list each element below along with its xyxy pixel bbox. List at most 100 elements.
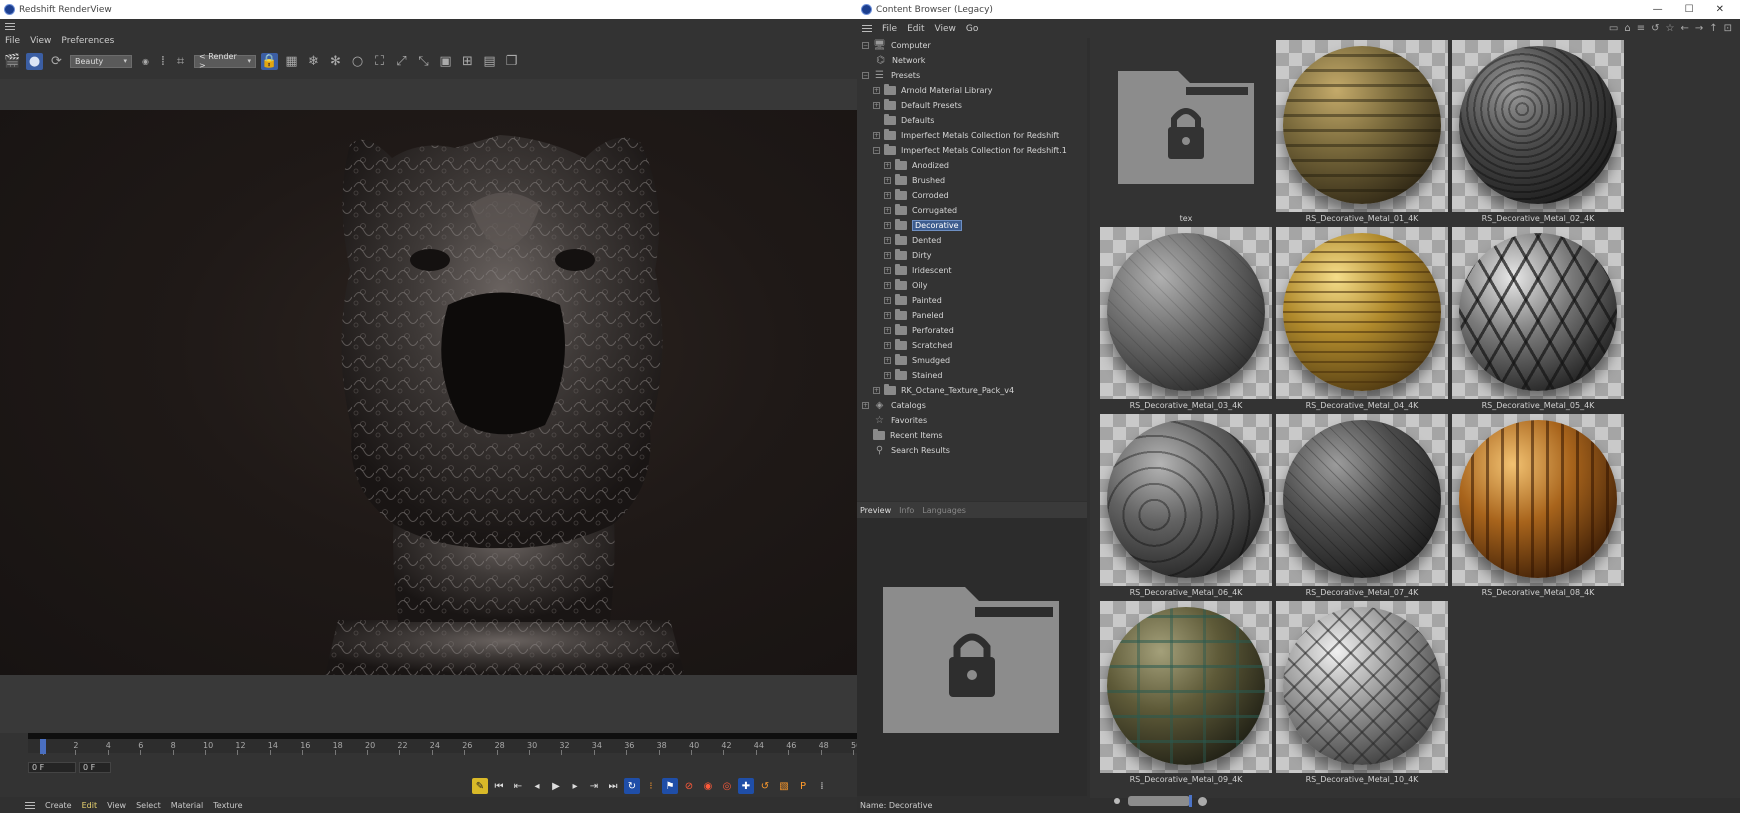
frame-icon[interactable]: ⛶ bbox=[371, 53, 388, 70]
position-key-icon[interactable]: ✚ bbox=[738, 778, 754, 794]
material-tile[interactable]: RS_Decorative_Metal_03_4K bbox=[1100, 227, 1272, 413]
material-tile[interactable]: RS_Decorative_Metal_06_4K bbox=[1100, 414, 1272, 600]
expand-icon[interactable]: + bbox=[884, 237, 891, 244]
render-image[interactable] bbox=[0, 110, 857, 675]
material-tile[interactable]: RS_Decorative_Metal_10_4K bbox=[1276, 601, 1448, 787]
scale-key-icon[interactable]: ▧ bbox=[776, 778, 792, 794]
step-back-icon[interactable]: ◂ bbox=[529, 778, 545, 794]
menu-view-bottom[interactable]: View bbox=[107, 801, 126, 810]
expand-icon[interactable]: + bbox=[884, 177, 891, 184]
expand-icon[interactable]: + bbox=[862, 402, 869, 409]
tree-item-anodized[interactable]: + Anodized bbox=[884, 158, 949, 173]
expand-icon[interactable]: + bbox=[884, 372, 891, 379]
circle-icon[interactable]: ○ bbox=[349, 53, 366, 70]
grid-icon[interactable]: ▦ bbox=[283, 53, 300, 70]
material-tile[interactable]: RS_Decorative_Metal_02_4K bbox=[1452, 40, 1624, 226]
tree-item-favorites[interactable]: ☆ Favorites bbox=[873, 413, 927, 428]
expand-icon[interactable]: + bbox=[884, 222, 891, 229]
save-image-icon[interactable]: ▤ bbox=[481, 53, 498, 70]
expand-icon[interactable]: + bbox=[884, 342, 891, 349]
folder-tile-tex[interactable]: tex bbox=[1100, 40, 1272, 226]
copy-icon[interactable]: ❐ bbox=[503, 53, 520, 70]
tree-item-arnold[interactable]: + Arnold Material Library bbox=[873, 83, 992, 98]
step-forward-icon[interactable]: ▸ bbox=[567, 778, 583, 794]
tree-item-defaults[interactable]: Defaults bbox=[884, 113, 934, 128]
tree-item-iridescent[interactable]: + Iridescent bbox=[884, 263, 952, 278]
first-frame-icon[interactable]: ⏮ bbox=[491, 778, 507, 794]
expand-icon[interactable]: + bbox=[884, 207, 891, 214]
expand-icon[interactable]: + bbox=[884, 252, 891, 259]
expand-icon[interactable]: + bbox=[873, 87, 880, 94]
rgb-channel-icon[interactable]: ◉ bbox=[137, 53, 154, 70]
expand-icon[interactable]: + bbox=[873, 132, 880, 139]
expand-icon[interactable]: + bbox=[884, 357, 891, 364]
tree-item-dirty[interactable]: + Dirty bbox=[884, 248, 932, 263]
tree-item-oily[interactable]: + Oily bbox=[884, 278, 927, 293]
filter-icon[interactable]: ≡ bbox=[1637, 23, 1645, 34]
tab-languages[interactable]: Languages bbox=[922, 506, 966, 515]
expand-icon[interactable]: − bbox=[862, 42, 869, 49]
snowflake-icon[interactable]: ❄ bbox=[305, 53, 322, 70]
rotation-key-icon[interactable]: ↺ bbox=[757, 778, 773, 794]
frame-start-field[interactable]: 0 F bbox=[28, 762, 76, 773]
lock-panel-icon[interactable]: ⊡ bbox=[1724, 23, 1732, 34]
previous-key-icon[interactable]: ⇤ bbox=[510, 778, 526, 794]
back-arrow-icon[interactable]: ← bbox=[1680, 23, 1688, 34]
material-hamburger-icon[interactable] bbox=[25, 801, 35, 809]
render-toggle-icon[interactable]: ● bbox=[26, 52, 43, 70]
tree-item-presets[interactable]: − ☰ Presets bbox=[862, 68, 920, 83]
material-tile[interactable]: RS_Decorative_Metal_04_4K bbox=[1276, 227, 1448, 413]
menu-file[interactable]: File bbox=[5, 36, 20, 46]
expand-icon[interactable]: + bbox=[884, 297, 891, 304]
material-tile[interactable]: RS_Decorative_Metal_01_4K bbox=[1276, 40, 1448, 226]
cb-menu-view[interactable]: View bbox=[935, 24, 956, 34]
last-frame-icon[interactable]: ⏭ bbox=[605, 778, 621, 794]
no-record-icon[interactable]: ⊘ bbox=[681, 778, 697, 794]
material-tile[interactable]: RS_Decorative_Metal_08_4K bbox=[1452, 414, 1624, 600]
menu-edit[interactable]: Edit bbox=[82, 801, 98, 810]
expand-icon[interactable]: + bbox=[884, 267, 891, 274]
view-mode-icon[interactable]: ▭ bbox=[1609, 23, 1618, 34]
tree-item-default-presets[interactable]: + Default Presets bbox=[873, 98, 962, 113]
expand-icon[interactable]: + bbox=[873, 102, 880, 109]
param-key-icon[interactable]: P bbox=[795, 778, 811, 794]
menu-create[interactable]: Create bbox=[45, 801, 72, 810]
tree-item-perforated[interactable]: + Perforated bbox=[884, 323, 954, 338]
clapper-icon[interactable]: 🎬 bbox=[4, 53, 21, 70]
material-tile[interactable]: RS_Decorative_Metal_09_4K bbox=[1100, 601, 1272, 787]
minimize-button[interactable]: — bbox=[1653, 4, 1663, 15]
tree-item-computer[interactable]: − 🖥 Computer bbox=[862, 38, 931, 53]
refresh-icon[interactable]: ⟳ bbox=[48, 53, 65, 70]
expand-icon[interactable]: + bbox=[884, 282, 891, 289]
autokey-icon[interactable]: ◎ bbox=[719, 778, 735, 794]
aov-select[interactable]: Beauty bbox=[70, 54, 132, 68]
expand-icon[interactable]: + bbox=[884, 162, 891, 169]
collapse-icon[interactable]: − bbox=[862, 72, 869, 79]
tree-item-search-results[interactable]: ⚲ Search Results bbox=[873, 443, 950, 458]
close-button[interactable]: ✕ bbox=[1716, 4, 1724, 15]
tab-preview[interactable]: Preview bbox=[860, 506, 891, 515]
tree-item-smudged[interactable]: + Smudged bbox=[884, 353, 950, 368]
forward-arrow-icon[interactable]: → bbox=[1695, 23, 1703, 34]
lock-icon[interactable]: 🔒 bbox=[261, 52, 278, 70]
history-icon[interactable]: ↺ bbox=[1651, 23, 1659, 34]
tree-item-recent[interactable]: Recent Items bbox=[873, 428, 943, 443]
frame-current-field[interactable]: 0 F bbox=[79, 762, 111, 773]
loop-icon[interactable]: ↻ bbox=[624, 778, 640, 794]
tree-item-catalogs[interactable]: + ◈ Catalogs bbox=[862, 398, 926, 413]
timeline-playhead[interactable] bbox=[40, 739, 46, 754]
fit-icon[interactable]: ⤢ bbox=[393, 53, 410, 70]
snowflake-alt-icon[interactable]: ✻ bbox=[327, 53, 344, 70]
tree-item-dented[interactable]: + Dented bbox=[884, 233, 941, 248]
tree-item-painted[interactable]: + Painted bbox=[884, 293, 942, 308]
up-arrow-icon[interactable]: ↑ bbox=[1709, 23, 1717, 34]
render-select[interactable]: < Render > bbox=[194, 52, 256, 70]
material-tile[interactable]: RS_Decorative_Metal_05_4K bbox=[1452, 227, 1624, 413]
tree-item-corroded[interactable]: + Corroded bbox=[884, 188, 949, 203]
tab-info[interactable]: Info bbox=[899, 506, 914, 515]
tree-item-imperfect-metals-1[interactable]: − Imperfect Metals Collection for Redshif… bbox=[873, 143, 1067, 158]
image-icon[interactable]: ▣ bbox=[437, 53, 454, 70]
hamburger-icon[interactable] bbox=[862, 25, 872, 32]
tree-item-decorative[interactable]: + Decorative bbox=[884, 218, 962, 233]
play-icon[interactable]: ▶ bbox=[548, 778, 564, 794]
